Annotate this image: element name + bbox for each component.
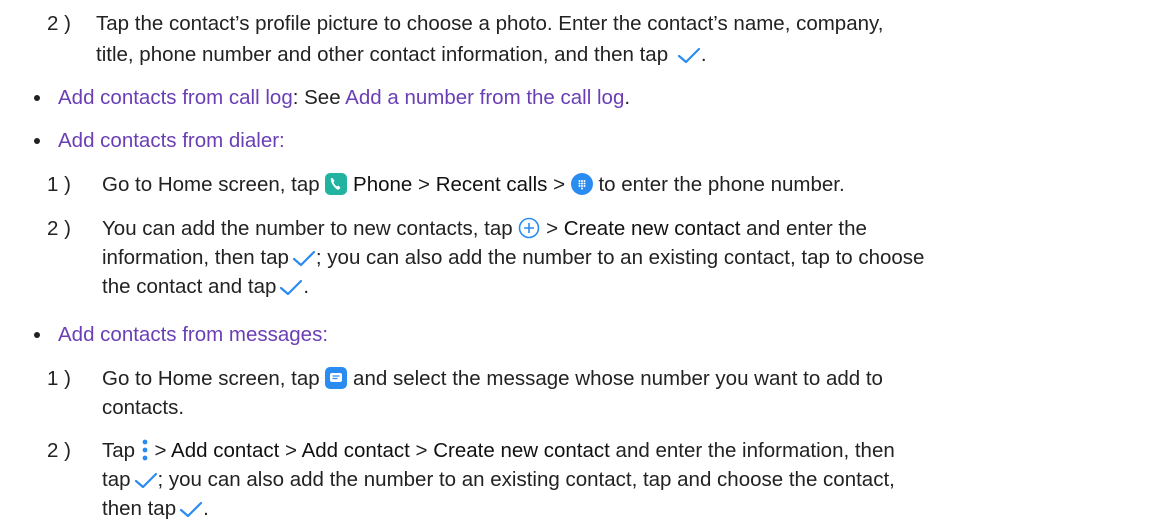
text: contacts. (102, 396, 185, 419)
text: > (415, 439, 428, 462)
text: then tap (102, 497, 177, 520)
dialpad-icon (570, 173, 593, 195)
step-text-line: then tap. (102, 496, 209, 522)
step-number: 2 ) (47, 12, 71, 35)
bullet-item: Add contacts from call log: See Add a nu… (58, 85, 630, 111)
bullet-item: Add contacts from dialer: (58, 128, 285, 154)
text: ; you can also add the number to an exis… (315, 246, 925, 269)
step-text-line: the contact and tap. (102, 274, 309, 300)
text: Go to Home screen, tap (102, 367, 320, 390)
text: > (553, 173, 566, 196)
cross-reference-link[interactable]: Add a number from the call log (345, 86, 624, 109)
step-text-line: tap ; you can also add the number to an e… (102, 467, 895, 493)
text: ; you can also add the number to an exis… (157, 468, 895, 491)
create-new-contact-label: Create new contact (563, 217, 741, 240)
step-number: 1 ) (47, 173, 71, 196)
bullet-item: Add contacts from messages: (58, 322, 328, 348)
text: Tap the contact’s profile picture to cho… (96, 12, 884, 35)
step-number: 2 ) (47, 439, 71, 462)
step-text-line: You can add the number to new contacts, … (102, 216, 867, 242)
step-text-line: Go to Home screen, tap and select the me… (102, 366, 883, 392)
step-number: 2 ) (47, 217, 71, 240)
text: Go to Home screen, tap (102, 173, 320, 196)
text: Tap (102, 439, 136, 462)
text: . (624, 86, 631, 109)
text: : See (292, 86, 346, 109)
section-link-dialer[interactable]: Add contacts from dialer: (58, 129, 285, 152)
checkmark-icon (280, 279, 303, 296)
phone-app-icon (325, 173, 348, 195)
step-number: 1 ) (47, 367, 71, 390)
bullet-marker (34, 138, 40, 144)
checkmark-icon (134, 472, 157, 489)
text: the contact and tap (102, 275, 277, 298)
text: title, phone number and other contact in… (96, 43, 669, 66)
text: to enter the phone number. (598, 173, 845, 196)
phone-label: Phone (353, 173, 413, 196)
step-text-line: Tap the contact’s profile picture to cho… (96, 11, 883, 37)
text: and select the message whose number you … (353, 367, 883, 390)
text: > (418, 173, 431, 196)
text: You can add the number to new contacts, … (102, 217, 513, 240)
add-contact-label: Add contact (171, 439, 280, 462)
checkmark-icon (179, 501, 203, 518)
bullet-marker (34, 332, 40, 338)
text: > (546, 217, 559, 240)
more-vertical-icon (142, 439, 148, 461)
text: . (303, 275, 310, 298)
text: . (700, 43, 707, 66)
text: > (154, 439, 167, 462)
step-text-line: contacts. (102, 395, 184, 421)
step-text-line: Tap > Add contact > Add contact > Create… (102, 438, 895, 464)
step-text-line: Go to Home screen, tap Phone > Recent ca… (102, 172, 845, 198)
messages-app-icon (325, 367, 348, 389)
add-circle-icon (519, 217, 540, 239)
text: tap (102, 468, 131, 491)
section-link-messages[interactable]: Add contacts from messages: (58, 323, 328, 346)
step-text-line: title, phone number and other contact in… (96, 42, 707, 68)
section-link-call-log[interactable]: Add contacts from call log (58, 86, 293, 109)
recent-calls-label: Recent calls (435, 173, 548, 196)
checkmark-icon (292, 250, 316, 267)
text: and enter the information, then (615, 439, 895, 462)
add-contact-label: Add contact (301, 439, 410, 462)
text: and enter the (746, 217, 867, 240)
text: > (285, 439, 297, 462)
checkmark-icon (677, 47, 700, 64)
step-text-line: information, then tap ; you can also add … (102, 245, 924, 271)
bullet-marker (34, 95, 40, 101)
text: information, then tap (102, 246, 289, 269)
create-new-contact-label: Create new contact (433, 439, 610, 462)
text: . (203, 497, 209, 520)
